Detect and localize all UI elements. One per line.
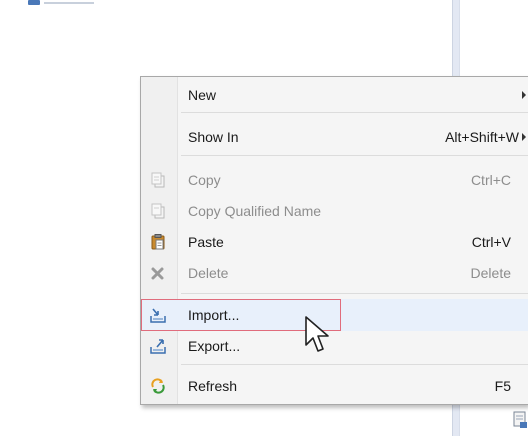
menu-item-label: New	[188, 87, 217, 103]
project-icon	[28, 0, 40, 5]
menu-item-paste[interactable]: Paste Ctrl+V	[141, 229, 528, 255]
menu-item-refresh[interactable]: Refresh F5	[141, 373, 528, 399]
submenu-arrow-icon	[522, 133, 526, 141]
menu-item-label: Export...	[188, 338, 241, 354]
project-label-stub	[44, 2, 94, 4]
menu-separator	[181, 112, 528, 113]
menu-item-shortcut: F5	[494, 378, 511, 394]
menu-item-label: Delete	[188, 265, 229, 281]
context-menu: New Show In Alt+Shift+W Copy Ctrl+C Copy…	[140, 76, 528, 405]
copy-qualified-name-icon	[151, 203, 165, 219]
submenu-arrow-icon	[522, 91, 526, 99]
menu-item-shortcut: Ctrl+C	[470, 172, 511, 188]
export-icon	[150, 339, 166, 354]
menu-item-copy[interactable]: Copy Ctrl+C	[141, 167, 528, 193]
menu-item-shortcut: Ctrl+V	[471, 234, 511, 250]
menu-item-import[interactable]: Import...	[141, 299, 528, 331]
paste-icon	[151, 234, 165, 250]
menu-item-delete[interactable]: Delete Delete	[141, 260, 528, 286]
menu-separator	[181, 293, 528, 294]
menu-item-label: Paste	[188, 234, 224, 250]
copy-icon	[151, 172, 165, 188]
menu-item-label: Refresh	[188, 378, 238, 394]
menu-item-new[interactable]: New	[141, 82, 528, 108]
menu-item-export[interactable]: Export...	[141, 333, 528, 359]
menu-item-shortcut: Delete	[470, 265, 511, 281]
menu-item-shortcut: Alt+Shift+W	[445, 129, 519, 145]
file-icon	[513, 411, 527, 428]
delete-icon	[151, 267, 164, 280]
mouse-cursor-icon	[305, 316, 329, 352]
menu-separator	[181, 155, 528, 156]
refresh-icon	[151, 378, 165, 394]
menu-item-show-in[interactable]: Show In Alt+Shift+W	[141, 124, 528, 150]
menu-separator	[181, 364, 528, 365]
menu-item-label: Copy	[188, 172, 221, 188]
menu-item-label: Show In	[188, 129, 239, 145]
menu-item-copy-qualified-name[interactable]: Copy Qualified Name	[141, 198, 528, 224]
menu-item-label: Copy Qualified Name	[188, 203, 322, 219]
